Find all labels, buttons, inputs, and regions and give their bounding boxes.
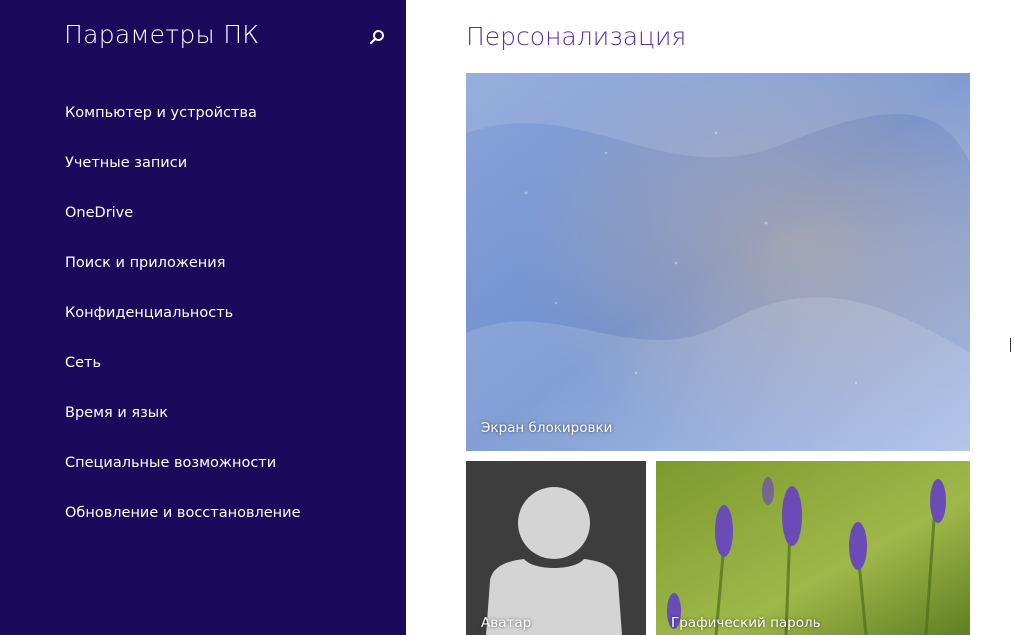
nav-item-time-and-language[interactable]: Время и язык (65, 400, 301, 450)
avatar-label: Аватар (481, 615, 532, 631)
lock-screen-label: Экран блокировки (481, 420, 613, 436)
nav-item-pc-and-devices[interactable]: Компьютер и устройства (65, 100, 301, 150)
search-icon (364, 25, 390, 51)
lock-screen-tile[interactable]: Экран блокировки (466, 73, 970, 451)
settings-nav: Компьютер и устройства Учетные записи On… (65, 100, 301, 550)
avatar-tile[interactable]: Аватар (466, 461, 646, 635)
nav-item-accounts[interactable]: Учетные записи (65, 150, 301, 200)
picture-password-label: Графический пароль (671, 615, 821, 631)
app-title: Параметры ПК (64, 20, 260, 49)
sidebar: Параметры ПК Компьютер и устройства Учет… (0, 0, 406, 635)
main-content: Персонализация Экран блокировки Аватар Г… (406, 0, 1014, 635)
lavender-image (656, 461, 970, 635)
nav-item-privacy[interactable]: Конфиденциальность (65, 300, 301, 350)
nav-item-ease-of-access[interactable]: Специальные возможности (65, 450, 301, 500)
lock-screen-image (466, 73, 970, 451)
page-title: Персонализация (466, 22, 687, 51)
nav-item-search-and-apps[interactable]: Поиск и приложения (65, 250, 301, 300)
picture-password-tile[interactable]: Графический пароль (656, 461, 970, 635)
avatar-placeholder-icon (486, 487, 622, 635)
nav-item-update-and-recovery[interactable]: Обновление и восстановление (65, 500, 301, 550)
mouse-cursor (1010, 338, 1014, 352)
nav-item-network[interactable]: Сеть (65, 350, 301, 400)
search-button[interactable] (364, 25, 390, 51)
nav-item-onedrive[interactable]: OneDrive (65, 200, 301, 250)
